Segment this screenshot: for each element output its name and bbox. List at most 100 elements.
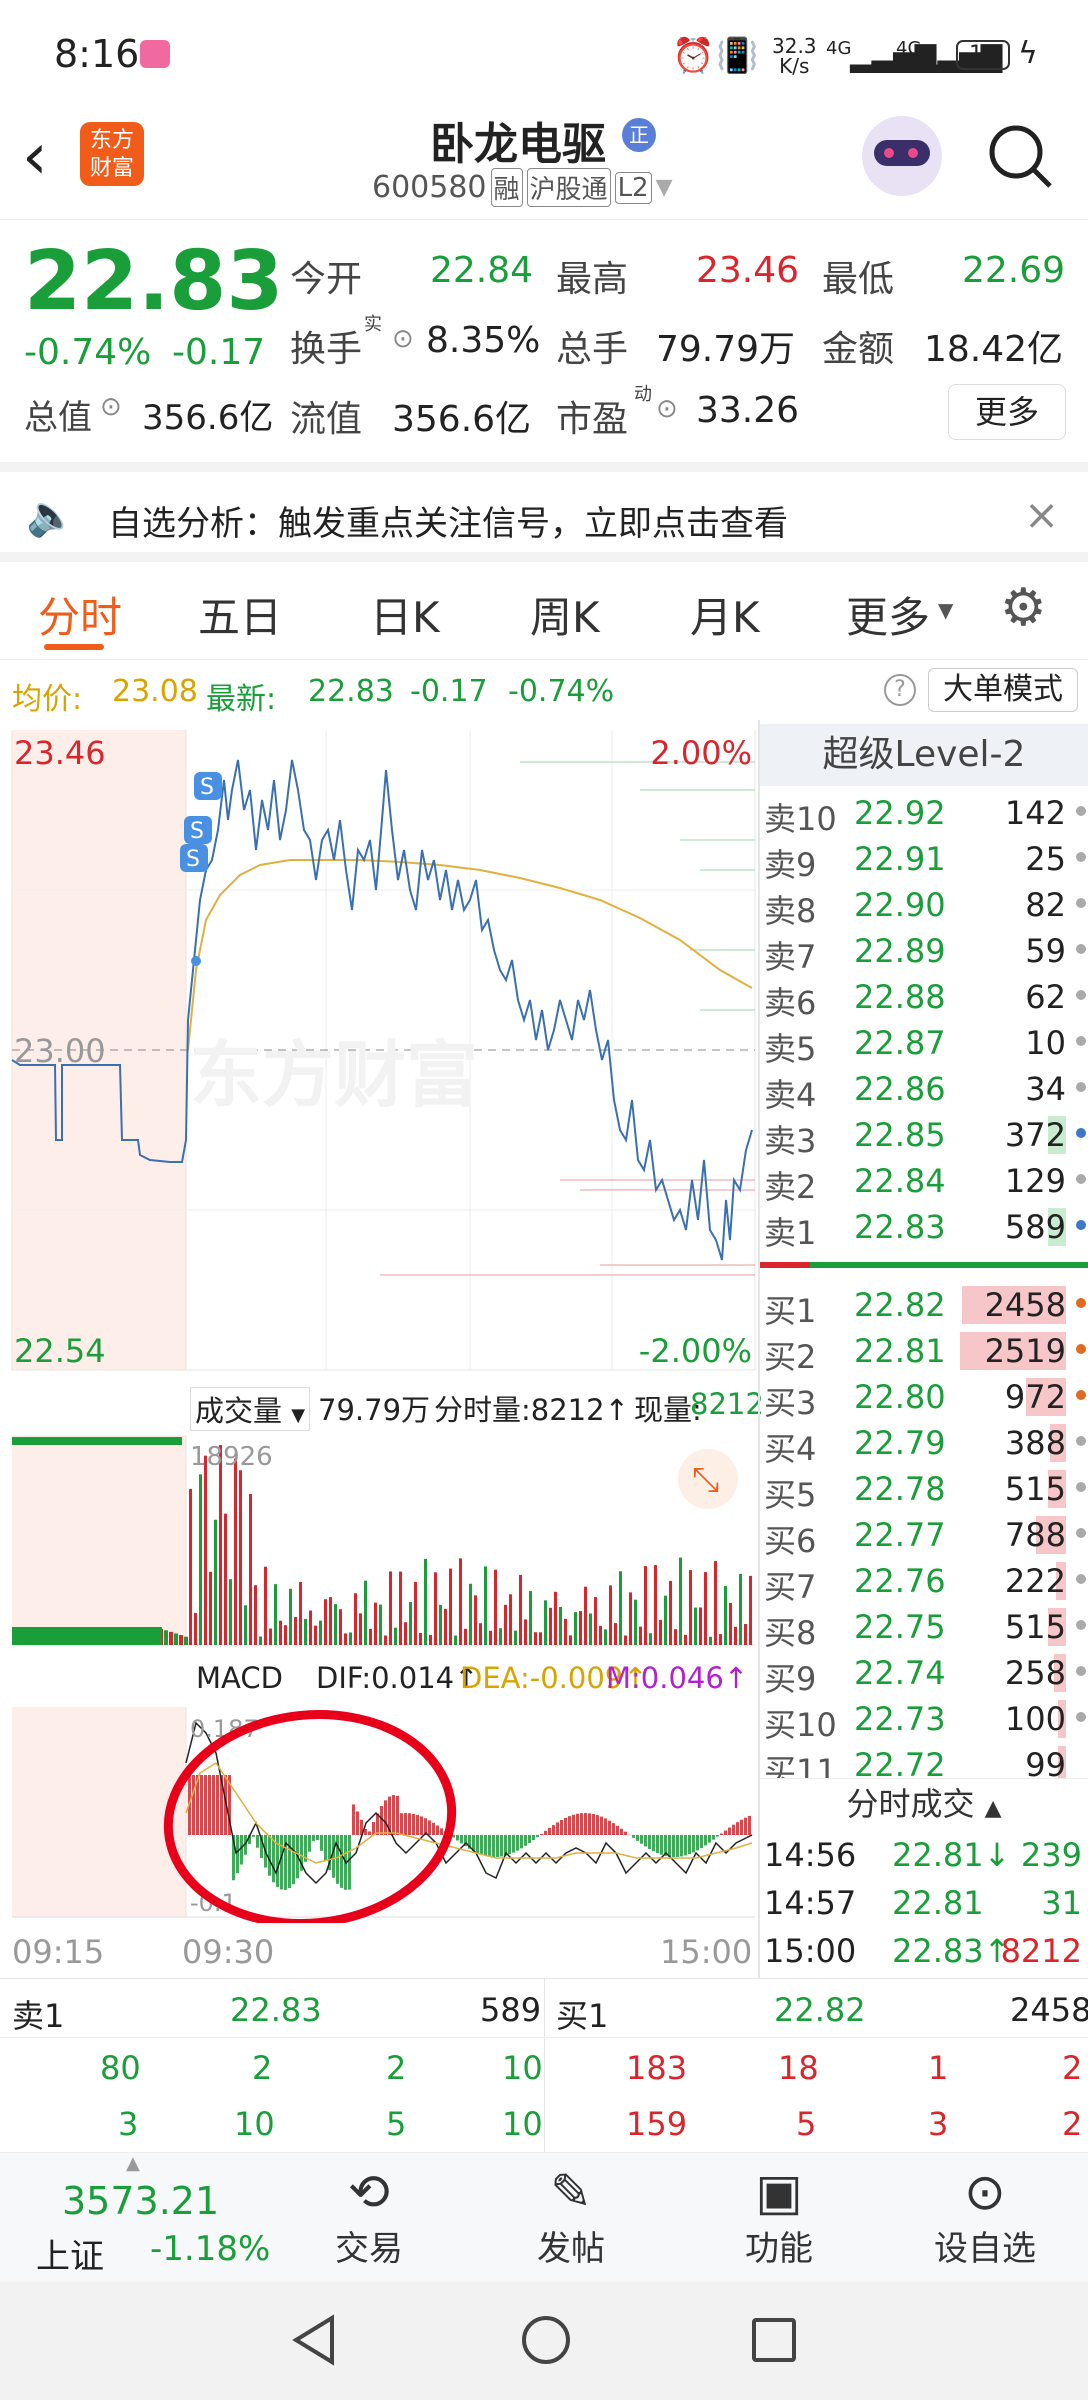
bid-queue-cell: 18	[778, 2049, 819, 2087]
macd-title[interactable]: MACD	[196, 1661, 283, 1695]
open-value: 22.84	[430, 250, 534, 291]
ask-row[interactable]: 卖10 22.92 142	[760, 790, 1088, 838]
ask-row[interactable]: 卖6 22.88 62	[760, 974, 1088, 1022]
high-value: 23.46	[696, 250, 800, 291]
bid-dot	[1076, 1390, 1086, 1400]
ask-level-label: 卖2	[764, 1168, 817, 1206]
bid-row[interactable]: 买10 22.73 100	[760, 1696, 1088, 1744]
change-amount: -0.17	[172, 332, 266, 373]
grid-icon: ▣	[755, 2163, 803, 2221]
bid-level-label: 买5	[764, 1476, 817, 1514]
ask-row[interactable]: 卖7 22.89 59	[760, 928, 1088, 976]
verified-badge: 正	[622, 118, 656, 152]
volume-chart[interactable]: 18926 ⤡	[0, 1431, 760, 1651]
ask-volume: 59	[1025, 932, 1066, 970]
home-circle-icon[interactable]	[518, 2312, 574, 2368]
ask-price: 22.87	[854, 1024, 946, 1062]
pe-value: 33.26	[696, 390, 800, 431]
stock-name: 卧龙电驱	[430, 119, 606, 170]
charging-icon: ϟ	[1018, 36, 1038, 71]
ask-dot	[1076, 1036, 1086, 1046]
bid-row[interactable]: 买7 22.76 222	[760, 1558, 1088, 1606]
info-icon[interactable]: ⊙	[656, 394, 678, 424]
alert-banner[interactable]: 🔈 自选分析：触发重点关注信号，立即点击查看 ×	[0, 462, 1088, 562]
ask-row[interactable]: 卖1 22.83 589	[760, 1204, 1088, 1252]
tab-daily-k[interactable]: 日K	[370, 584, 440, 645]
trades-title[interactable]: 分时成交 ▲	[760, 1778, 1088, 1826]
bid-row[interactable]: 买8 22.75 515	[760, 1604, 1088, 1652]
ask-row[interactable]: 卖4 22.86 34	[760, 1066, 1088, 1114]
tab-monthly-k[interactable]: 月K	[690, 584, 760, 645]
stock-header: ‹ 东方 财富 卧龙电驱 正 600580 融 沪股通 L2 ▼	[0, 100, 1088, 220]
info-icon[interactable]: ⊙	[392, 324, 414, 354]
trade-volume: 31	[1041, 1884, 1082, 1922]
bid-row[interactable]: 买2 22.81 2519	[760, 1328, 1088, 1376]
bid-dot	[1076, 1712, 1086, 1722]
bid-row[interactable]: 买1 22.82 2458	[760, 1282, 1088, 1330]
ask-level-label: 卖8	[764, 892, 817, 930]
trade-time: 14:57	[764, 1884, 857, 1922]
edit-icon: ✎	[550, 2163, 592, 2221]
bid1-price: 22.82	[774, 1991, 866, 2029]
ask-row[interactable]: 卖8 22.90 82	[760, 882, 1088, 930]
bid-row[interactable]: 买5 22.78 515	[760, 1466, 1088, 1514]
help-icon[interactable]: ?	[884, 674, 916, 706]
ask-row[interactable]: 卖5 22.87 10	[760, 1020, 1088, 1068]
recents-square-icon[interactable]	[748, 2314, 800, 2366]
bid-level-label: 买9	[764, 1660, 817, 1698]
nav-add-watchlist[interactable]: ⊙ 设自选	[910, 2163, 1060, 2270]
volume-selector[interactable]: 成交量 ▼	[190, 1387, 311, 1431]
ask-level-label: 卖7	[764, 938, 817, 976]
nav-trade[interactable]: ⟲ 交易	[294, 2163, 444, 2270]
ask-row[interactable]: 卖2 22.84 129	[760, 1158, 1088, 1206]
ask-price: 22.92	[854, 794, 946, 832]
ask-row[interactable]: 卖9 22.91 25	[760, 836, 1088, 884]
intraday-price-chart[interactable]: 东方财富 S S S 23.46 23.00 22.54 2.00% -2.00…	[0, 720, 760, 1375]
ask-volume: 372	[1004, 1116, 1066, 1154]
macd-chart[interactable]: 0.187 -0.1	[0, 1703, 760, 1923]
turnover-label: 换手	[290, 329, 363, 370]
search-icon[interactable]	[986, 122, 1056, 192]
bid-level-label: 买4	[764, 1430, 817, 1468]
bid-row[interactable]: 买9 22.74 258	[760, 1650, 1088, 1698]
watermark: 东方财富	[190, 1036, 478, 1116]
tab-5day[interactable]: 五日	[198, 584, 282, 645]
bid-row[interactable]: 买3 22.80 972	[760, 1374, 1088, 1422]
more-button[interactable]: 更多	[948, 384, 1066, 440]
nav-features[interactable]: ▣ 功能	[704, 2163, 854, 2270]
tab-more[interactable]: 更多	[846, 584, 930, 645]
app-notification-icon	[140, 40, 170, 68]
bid-dot	[1076, 1620, 1086, 1630]
latest-change: -0.17	[410, 674, 488, 709]
close-icon[interactable]: ×	[1024, 490, 1059, 539]
bid-row[interactable]: 买4 22.79 388	[760, 1420, 1088, 1468]
big-order-mode-button[interactable]: 大单模式	[928, 668, 1078, 712]
index-name: 上证	[36, 2237, 104, 2277]
amount-value: 18.42亿	[924, 329, 1064, 370]
float-value: 356.6亿	[392, 399, 532, 440]
back-icon[interactable]: ‹	[22, 120, 48, 194]
level2-tag: L2	[614, 171, 652, 204]
tab-intraday[interactable]: 分时	[38, 584, 122, 645]
bid-price: 22.78	[854, 1470, 946, 1508]
latest-label: 最新:	[206, 682, 277, 717]
expand-icon[interactable]: ⤡	[692, 1460, 719, 1500]
chevron-down-icon[interactable]: ▼	[656, 175, 673, 200]
trade-price: 22.81↓	[892, 1836, 1011, 1874]
ask-price: 22.91	[854, 840, 946, 878]
y-axis-bottom-label: 22.54	[14, 1332, 106, 1370]
ask-row[interactable]: 卖3 22.85 372	[760, 1112, 1088, 1160]
index-ticker[interactable]: ▲ 3573.21 上证 -1.18%	[0, 2153, 270, 2283]
robot-assistant-icon[interactable]	[862, 116, 942, 196]
tab-weekly-k[interactable]: 周K	[530, 584, 600, 645]
ask-dot	[1076, 990, 1086, 1000]
ask-queue-cell: 80	[100, 2049, 141, 2087]
info-icon[interactable]: ⊙	[100, 392, 122, 422]
nav-post[interactable]: ✎ 发帖	[496, 2163, 646, 2270]
ask-dot	[1076, 898, 1086, 908]
bid-row[interactable]: 买6 22.77 788	[760, 1512, 1088, 1560]
settings-gear-icon[interactable]: ⚙	[1000, 578, 1047, 638]
amount-label: 金额	[822, 329, 895, 370]
back-triangle-icon[interactable]	[290, 2312, 340, 2368]
ask-queue-cell: 5	[386, 2105, 407, 2143]
